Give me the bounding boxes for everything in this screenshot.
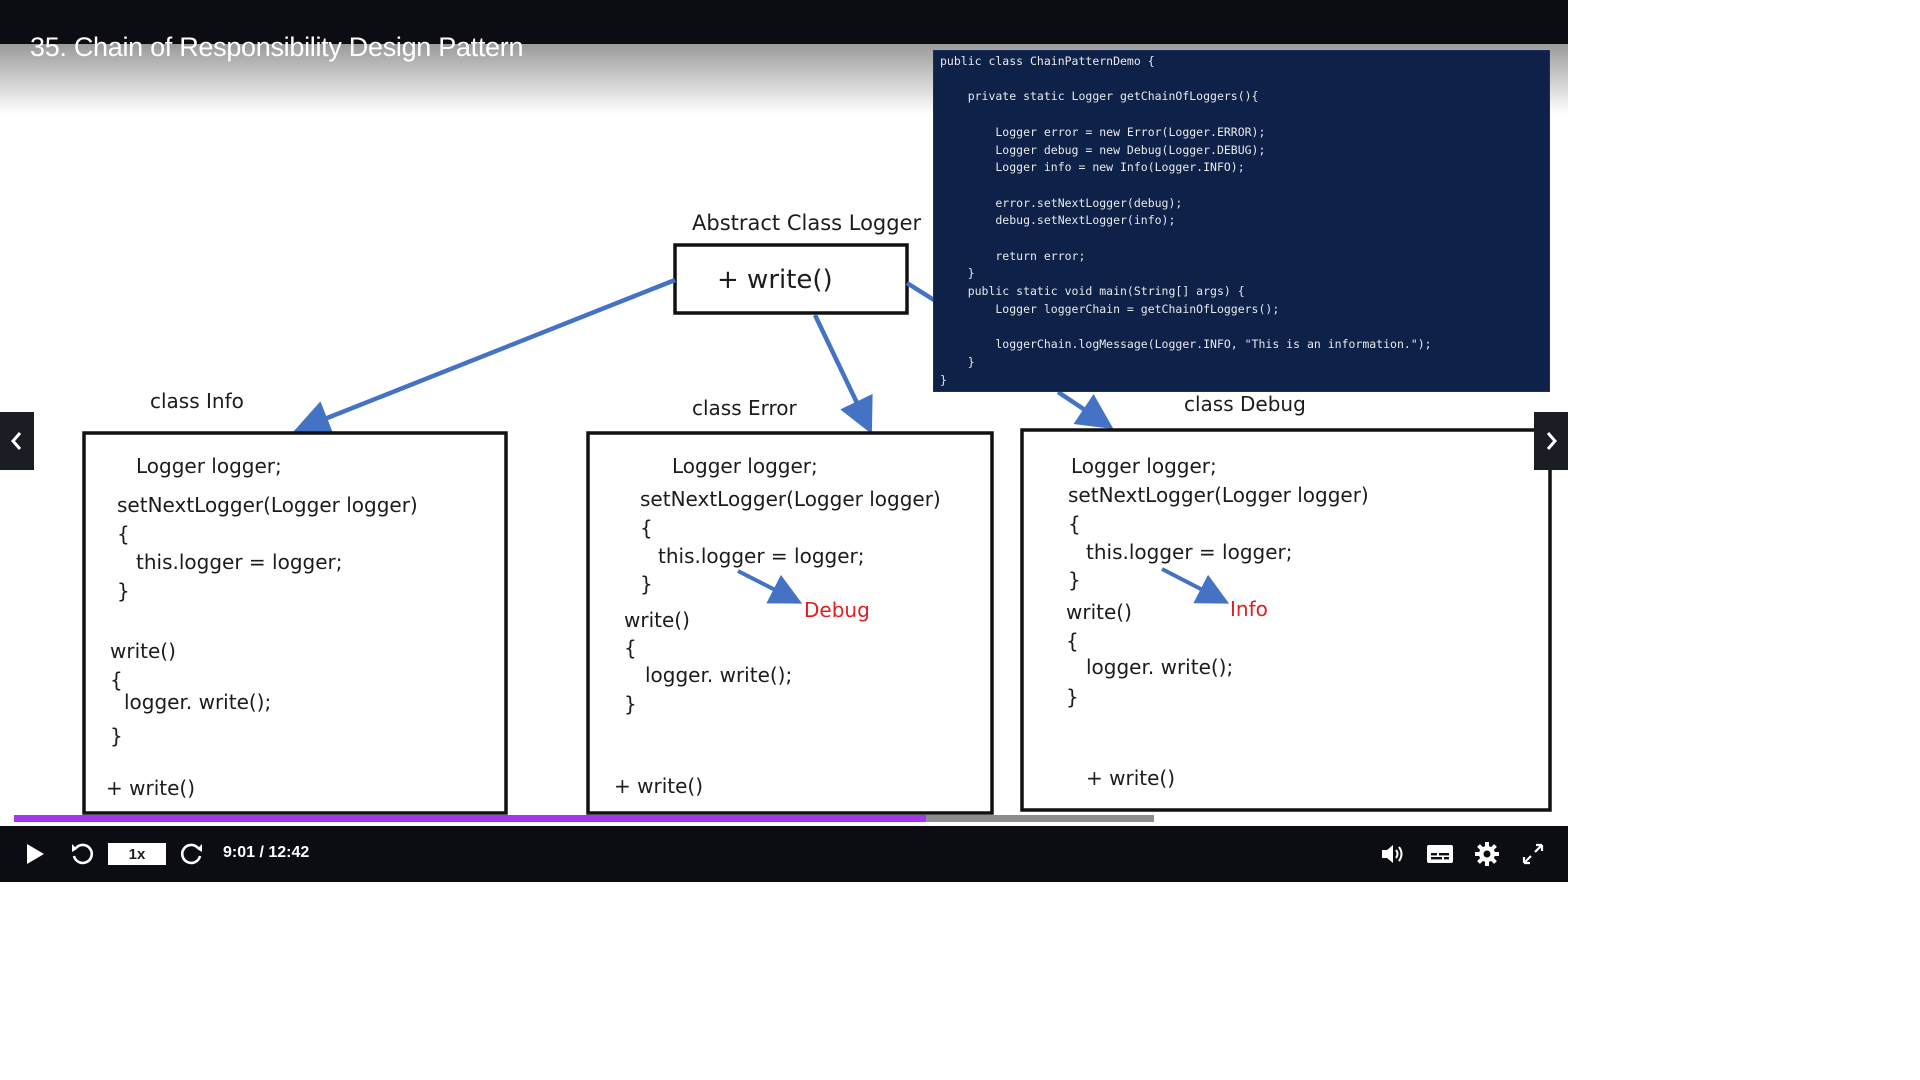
code-line: } [640, 572, 653, 596]
video-player: Abstract Class Logger + write() class In… [0, 0, 1568, 882]
code-line: write() [1066, 600, 1132, 624]
code-line: Logger logger; [136, 454, 282, 478]
code-line: public class ChainPatternDemo { [940, 54, 1155, 68]
code-line: { [117, 522, 130, 546]
code-line: { [1068, 512, 1081, 536]
fullscreen-button[interactable] [1516, 838, 1550, 870]
code-line: Logger logger; [672, 454, 818, 478]
code-line: Logger info = new Info(Logger.INFO); [940, 160, 1245, 175]
play-icon [27, 844, 44, 864]
class-info-box [82, 431, 508, 815]
code-line: { [110, 668, 123, 692]
code-line: } [1068, 568, 1081, 592]
arrow-to-code [905, 281, 936, 302]
play-button[interactable] [18, 838, 52, 870]
time-readout: 9:01 / 12:42 [223, 844, 310, 861]
code-line: logger. write(); [645, 663, 792, 687]
code-line: } [940, 354, 975, 369]
progress-bar[interactable] [14, 815, 1154, 822]
code-snippet-panel: public class ChainPatternDemo { private … [933, 50, 1550, 392]
next-lecture-button[interactable] [1534, 412, 1568, 470]
arrow-to-debug [1056, 390, 1114, 429]
class-debug-label: class Debug [1184, 392, 1306, 416]
previous-lecture-button[interactable] [0, 412, 34, 470]
chevron-left-icon [11, 432, 22, 450]
method-signature: + write() [106, 776, 195, 800]
code-line: } [1066, 685, 1079, 709]
code-line: write() [624, 608, 690, 632]
class-info-label: class Info [150, 389, 244, 413]
arrow-to-error [812, 314, 873, 435]
settings-button[interactable] [1470, 838, 1504, 870]
method-signature: + write() [614, 774, 703, 798]
code-line: logger. write(); [124, 690, 271, 714]
code-line: debug.setNextLogger(info); [940, 213, 1176, 228]
code-line: error.setNextLogger(debug); [940, 195, 1183, 210]
code-line: Logger loggerChain = getChainOfLoggers()… [940, 301, 1280, 316]
code-line: loggerChain.logMessage(Logger.INFO, "Thi… [940, 337, 1432, 352]
code-line: } [940, 266, 975, 281]
rewind-icon [72, 843, 94, 865]
code-line: setNextLogger(Logger logger) [640, 487, 941, 511]
code-line: this.logger = logger; [658, 544, 864, 568]
video-title: 35. Chain of Responsibility Design Patte… [30, 32, 524, 62]
volume-icon [1382, 845, 1403, 863]
code-line: write() [110, 639, 176, 663]
captions-icon [1427, 845, 1453, 863]
next-logger-annotation: Debug [804, 598, 870, 622]
class-error-label: class Error [692, 396, 798, 420]
chevron-right-icon [1546, 432, 1557, 450]
code-line: Logger debug = new Debug(Logger.DEBUG); [940, 142, 1266, 157]
code-line: private static Logger getChainOfLoggers(… [940, 89, 1259, 104]
arrow-to-info [293, 277, 676, 435]
code-line: setNextLogger(Logger logger) [1068, 483, 1369, 507]
forward-button[interactable] [176, 838, 208, 870]
code-line: public static void main(String[] args) { [940, 284, 1245, 299]
abstract-method: + write() [717, 265, 833, 295]
code-line: setNextLogger(Logger logger) [117, 493, 418, 517]
forward-icon [180, 843, 202, 865]
code-line: } [624, 692, 637, 716]
code-line: return error; [940, 248, 1086, 263]
player-controls: 1x 9:01 / 12:42 [0, 826, 1568, 882]
abstract-class-label: Abstract Class Logger [692, 211, 922, 235]
volume-button[interactable] [1376, 838, 1410, 870]
code-line: } [110, 724, 123, 748]
playback-speed-button[interactable]: 1x [108, 843, 166, 865]
method-signature: + write() [1086, 766, 1175, 790]
fullscreen-icon [1522, 843, 1544, 865]
code-line: { [1066, 629, 1079, 653]
next-logger-annotation: Info [1230, 597, 1268, 621]
code-line: } [940, 372, 947, 387]
code-line: this.logger = logger; [136, 550, 342, 574]
code-line: Logger logger; [1071, 454, 1217, 478]
gear-icon [1475, 842, 1499, 866]
captions-button[interactable] [1422, 838, 1458, 870]
code-line: logger. write(); [1086, 655, 1233, 679]
code-line: { [640, 516, 653, 540]
code-line: } [117, 579, 130, 603]
code-line: this.logger = logger; [1086, 540, 1292, 564]
rewind-button[interactable] [66, 838, 98, 870]
code-line: Logger error = new Error(Logger.ERROR); [940, 124, 1266, 139]
progress-bar-fill [14, 815, 926, 822]
code-line: { [624, 636, 637, 660]
code-snippet: public class ChainPatternDemo { private … [934, 51, 1549, 389]
